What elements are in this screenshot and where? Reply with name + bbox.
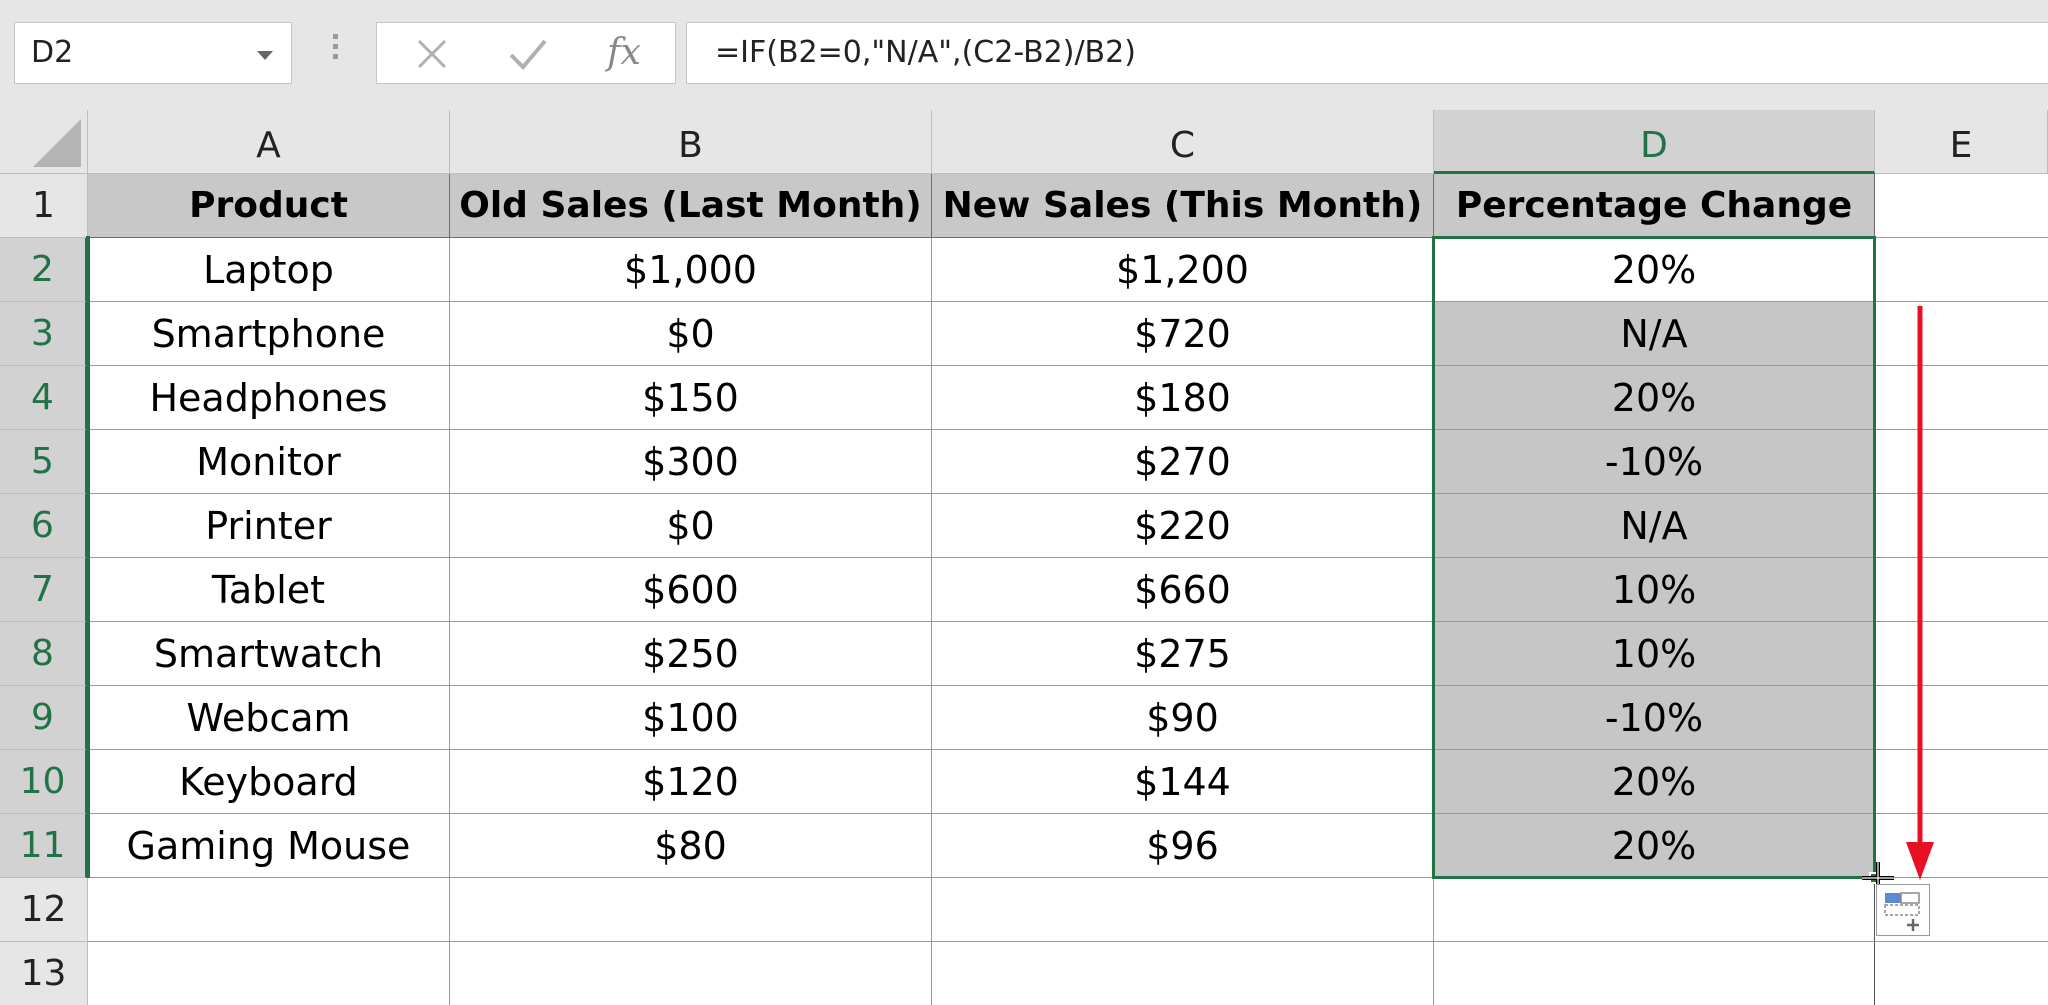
cell-c3[interactable]: $720	[932, 302, 1434, 366]
cell-e2[interactable]	[1875, 238, 2048, 302]
cell-a5[interactable]: Monitor	[88, 430, 450, 494]
enter-check-icon[interactable]	[493, 29, 563, 79]
row-header-5[interactable]: 5	[0, 430, 88, 494]
select-all-button[interactable]	[0, 110, 88, 174]
cell-d12[interactable]	[1434, 878, 1875, 942]
row-header-13[interactable]: 13	[0, 942, 88, 1005]
cell-a1[interactable]: Product	[88, 174, 450, 238]
cell-c13[interactable]	[932, 942, 1434, 1005]
formula-input[interactable]: =IF(B2=0,"N/A",(C2-B2)/B2)	[686, 22, 2048, 84]
row-header-3[interactable]: 3	[0, 302, 88, 366]
row-header-7[interactable]: 7	[0, 558, 88, 622]
column-header-b[interactable]: B	[450, 110, 932, 174]
column-header-d[interactable]: D	[1434, 110, 1875, 174]
formula-text: =IF(B2=0,"N/A",(C2-B2)/B2)	[715, 35, 1136, 70]
insert-function-icon[interactable]: fx	[589, 29, 659, 79]
cell-c7[interactable]: $660	[932, 558, 1434, 622]
cell-a8[interactable]: Smartwatch	[88, 622, 450, 686]
cell-d1[interactable]: Percentage Change	[1434, 174, 1875, 238]
row-header-10[interactable]: 10	[0, 750, 88, 814]
fill-down-arrow	[1906, 306, 1934, 880]
column-header-c[interactable]: C	[932, 110, 1434, 174]
cell-d2[interactable]: 20%	[1434, 238, 1875, 302]
cell-d13[interactable]	[1434, 942, 1875, 1005]
cell-a7[interactable]: Tablet	[88, 558, 450, 622]
row-header-6[interactable]: 6	[0, 494, 88, 558]
cell-c1[interactable]: New Sales (This Month)	[932, 174, 1434, 238]
cell-b12[interactable]	[450, 878, 932, 942]
row-header-9[interactable]: 9	[0, 686, 88, 750]
cell-d8[interactable]: 10%	[1434, 622, 1875, 686]
formula-bar: D2 fx =IF(B2=0,"N/A",(C2-B2)/B2)	[0, 0, 2048, 110]
cell-d5[interactable]: -10%	[1434, 430, 1875, 494]
cell-b10[interactable]: $120	[450, 750, 932, 814]
cell-b9[interactable]: $100	[450, 686, 932, 750]
cell-a11[interactable]: Gaming Mouse	[88, 814, 450, 878]
cell-e1[interactable]	[1875, 174, 2048, 238]
name-box-value: D2	[31, 35, 74, 70]
cell-a13[interactable]	[88, 942, 450, 1005]
cell-b1[interactable]: Old Sales (Last Month)	[450, 174, 932, 238]
row-header-11[interactable]: 11	[0, 814, 88, 878]
cell-d6[interactable]: N/A	[1434, 494, 1875, 558]
cell-d11[interactable]: 20%	[1434, 814, 1875, 878]
cell-b11[interactable]: $80	[450, 814, 932, 878]
grip-dots-icon[interactable]	[330, 30, 340, 70]
column-header-a[interactable]: A	[88, 110, 450, 174]
cell-b3[interactable]: $0	[450, 302, 932, 366]
cell-b5[interactable]: $300	[450, 430, 932, 494]
auto-fill-options-button[interactable]	[1876, 884, 1930, 936]
cell-c10[interactable]: $144	[932, 750, 1434, 814]
cell-c9[interactable]: $90	[932, 686, 1434, 750]
cell-b4[interactable]: $150	[450, 366, 932, 430]
cell-e13[interactable]	[1875, 942, 2048, 1005]
cell-d4[interactable]: 20%	[1434, 366, 1875, 430]
formula-buttons: fx	[376, 22, 676, 84]
row-header-1[interactable]: 1	[0, 174, 88, 238]
cell-a6[interactable]: Printer	[88, 494, 450, 558]
cell-b13[interactable]	[450, 942, 932, 1005]
cell-a10[interactable]: Keyboard	[88, 750, 450, 814]
cancel-icon[interactable]	[397, 29, 467, 79]
cell-d10[interactable]: 20%	[1434, 750, 1875, 814]
select-all-triangle-icon	[33, 119, 81, 167]
row-header-2[interactable]: 2	[0, 238, 88, 302]
cell-b7[interactable]: $600	[450, 558, 932, 622]
cell-a4[interactable]: Headphones	[88, 366, 450, 430]
cell-a2[interactable]: Laptop	[88, 238, 450, 302]
cell-c6[interactable]: $220	[932, 494, 1434, 558]
row-header-4[interactable]: 4	[0, 366, 88, 430]
cell-c12[interactable]	[932, 878, 1434, 942]
row-header-12[interactable]: 12	[0, 878, 88, 942]
name-box[interactable]: D2	[14, 22, 292, 84]
cell-a9[interactable]: Webcam	[88, 686, 450, 750]
spreadsheet-grid: A B C D E 1 2 3 4 5 6 7 8 9 10 11 12 13 Product Old Sales (…	[0, 110, 2048, 1005]
cell-a3[interactable]: Smartphone	[88, 302, 450, 366]
cell-d3[interactable]: N/A	[1434, 302, 1875, 366]
cell-c11[interactable]: $96	[932, 814, 1434, 878]
cell-b6[interactable]: $0	[450, 494, 932, 558]
cell-b8[interactable]: $250	[450, 622, 932, 686]
cell-c5[interactable]: $270	[932, 430, 1434, 494]
chevron-down-icon[interactable]	[257, 51, 273, 60]
cell-d9[interactable]: -10%	[1434, 686, 1875, 750]
cell-c8[interactable]: $275	[932, 622, 1434, 686]
cell-a12[interactable]	[88, 878, 450, 942]
cell-c2[interactable]: $1,200	[932, 238, 1434, 302]
row-header-8[interactable]: 8	[0, 622, 88, 686]
cell-c4[interactable]: $180	[932, 366, 1434, 430]
column-header-e[interactable]: E	[1875, 110, 2048, 174]
cell-b2[interactable]: $1,000	[450, 238, 932, 302]
cell-d7[interactable]: 10%	[1434, 558, 1875, 622]
